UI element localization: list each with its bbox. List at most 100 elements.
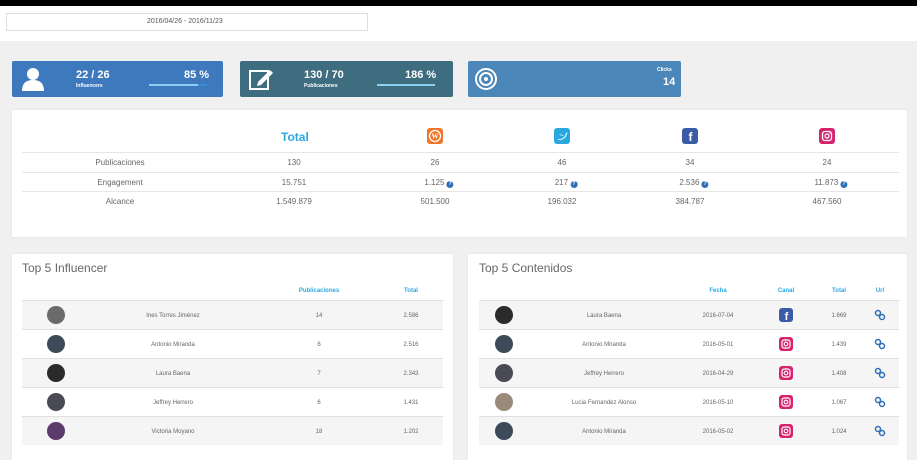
wordpress-value: 1.125 — [424, 178, 445, 187]
table-row[interactable]: Antonio Miranda 2016-05-02 1.024 — [479, 416, 899, 445]
total-value: 1.024 — [831, 429, 847, 435]
total-value: 1.408 — [831, 371, 847, 377]
col-canal[interactable]: Canal — [778, 288, 794, 294]
summary-row: Engagement 15.751 1.125 ? 217 ? 2.536 ? … — [22, 172, 899, 191]
publicaciones-percent: 186 % — [405, 69, 437, 81]
instagram-icon[interactable] — [779, 395, 793, 409]
influencers-label: Influencers — [76, 83, 103, 89]
clicks-label: Clicks — [657, 67, 672, 73]
influencers-count: 22 / 26 — [76, 69, 110, 81]
contenido-author: Antonio Miranda — [582, 429, 626, 435]
summary-row: Publicaciones 130 26 46 34 24 — [22, 152, 899, 171]
instagram-value-cell: 11.873 ? — [814, 178, 848, 188]
table-row[interactable]: Laura Baena 7 2.343 — [22, 358, 443, 387]
help-icon[interactable]: ? — [446, 181, 454, 188]
twitter-value: 46 — [557, 158, 567, 167]
publicaciones-value: 18 — [315, 429, 323, 435]
col-total[interactable]: Total — [832, 288, 846, 294]
contenido-author: Laura Baena — [586, 313, 622, 319]
table-row[interactable]: Lucia Fernandez Alonso 2016-05-10 1.067 — [479, 387, 899, 416]
contenido-author: Lucia Fernandez Alonso — [571, 400, 637, 406]
total-value: 1.431 — [403, 400, 419, 406]
facebook-value-cell: 2.536 ? — [679, 178, 709, 188]
svg-text:f: f — [785, 311, 789, 322]
fecha-value: 2016-05-02 — [702, 429, 734, 435]
publicaciones-count: 130 / 70 — [304, 69, 344, 81]
clicks-stat-card: Clicks 14 — [468, 61, 681, 97]
svg-text:W: W — [432, 133, 439, 141]
col-publicaciones[interactable]: Publicaciones — [299, 288, 339, 294]
fecha-value: 2016-05-10 — [702, 400, 734, 406]
facebook-value: 2.536 — [679, 178, 700, 187]
link-icon[interactable] — [874, 367, 886, 379]
row-label: Alcance — [105, 197, 135, 206]
influencer-name: Ines Torres Jiménez — [146, 313, 200, 319]
table-row[interactable]: Laura Baena 2016-07-04 f 1.669 — [479, 300, 899, 329]
date-range-input[interactable]: 2016/04/26 - 2016/11/23 — [6, 13, 368, 31]
row-label: Engagement — [97, 178, 143, 187]
influencer-name: Laura Baena — [155, 371, 191, 377]
avatar — [47, 364, 65, 382]
total-value: 1.067 — [831, 400, 847, 406]
twitter-value: 217 — [554, 178, 569, 187]
user-icon — [22, 68, 44, 91]
col-total[interactable]: Total — [404, 288, 418, 294]
wordpress-icon: W — [427, 128, 443, 144]
total-header: Total — [281, 130, 309, 144]
publicaciones-value: 7 — [317, 371, 321, 377]
avatar — [47, 393, 65, 411]
publicaciones-value: 6 — [317, 400, 321, 406]
clicks-value: 14 — [663, 76, 676, 88]
total-value: 15.751 — [281, 178, 307, 187]
help-icon[interactable]: ? — [701, 181, 709, 188]
twitter-value: 196.032 — [547, 197, 577, 206]
top-contenidos-title: Top 5 Contenidos — [479, 261, 573, 275]
col-fecha[interactable]: Fecha — [709, 288, 726, 294]
total-value: 1.202 — [403, 429, 419, 435]
wordpress-value: 501.500 — [420, 197, 450, 206]
influencer-name: Antonio Miranda — [151, 342, 195, 348]
twitter-value-cell: 217 ? — [555, 178, 578, 188]
link-icon[interactable] — [874, 396, 886, 408]
avatar — [495, 393, 513, 411]
contenido-author: Jeffrey Herrero — [584, 371, 624, 377]
facebook-value: 34 — [685, 158, 695, 167]
twitter-icon — [554, 128, 570, 144]
fecha-value: 2016-04-29 — [702, 371, 734, 377]
avatar — [47, 335, 65, 353]
table-row[interactable]: Jeffrey Herrero 2016-04-29 1.408 — [479, 358, 899, 387]
avatar — [495, 422, 513, 440]
facebook-value: 384.787 — [675, 197, 705, 206]
total-value: 2.586 — [403, 313, 419, 319]
table-row[interactable]: Victoria Moyano 18 1.202 — [22, 416, 443, 445]
total-value: 130 — [287, 158, 301, 167]
help-icon[interactable]: ? — [570, 181, 578, 188]
publicaciones-label: Publicaciones — [304, 83, 338, 89]
instagram-icon — [819, 128, 835, 144]
facebook-icon: f — [682, 128, 698, 144]
influencers-stat-card: 22 / 26 Influencers 85 % — [12, 61, 223, 97]
col-url[interactable]: Url — [876, 288, 884, 294]
link-icon[interactable] — [874, 425, 886, 437]
link-icon[interactable] — [874, 338, 886, 350]
publicaciones-stat-card: 130 / 70 Publicaciones 186 % — [240, 61, 453, 97]
publicaciones-progress-bar — [377, 84, 435, 86]
instagram-value: 11.873 — [814, 178, 839, 187]
fecha-value: 2016-05-01 — [702, 342, 734, 348]
instagram-icon[interactable] — [779, 424, 793, 438]
top-influencer-title: Top 5 Influencer — [22, 261, 108, 275]
avatar — [495, 364, 513, 382]
wordpress-value: 26 — [430, 158, 440, 167]
influencer-name: Jeffrey Herrero — [153, 400, 193, 406]
table-row[interactable]: Jeffrey Herrero 6 1.431 — [22, 387, 443, 416]
table-row[interactable]: Ines Torres Jiménez 14 2.586 — [22, 300, 443, 329]
link-icon[interactable] — [874, 309, 886, 321]
instagram-icon[interactable] — [779, 366, 793, 380]
help-icon[interactable]: ? — [840, 181, 848, 188]
table-row[interactable]: Antonio Miranda 6 2.516 — [22, 329, 443, 358]
facebook-icon[interactable]: f — [779, 308, 793, 323]
instagram-icon[interactable] — [779, 337, 793, 351]
instagram-value: 467.560 — [812, 197, 842, 206]
publicaciones-value: 14 — [315, 313, 323, 319]
table-row[interactable]: Antonio Miranda 2016-05-01 1.439 — [479, 329, 899, 358]
